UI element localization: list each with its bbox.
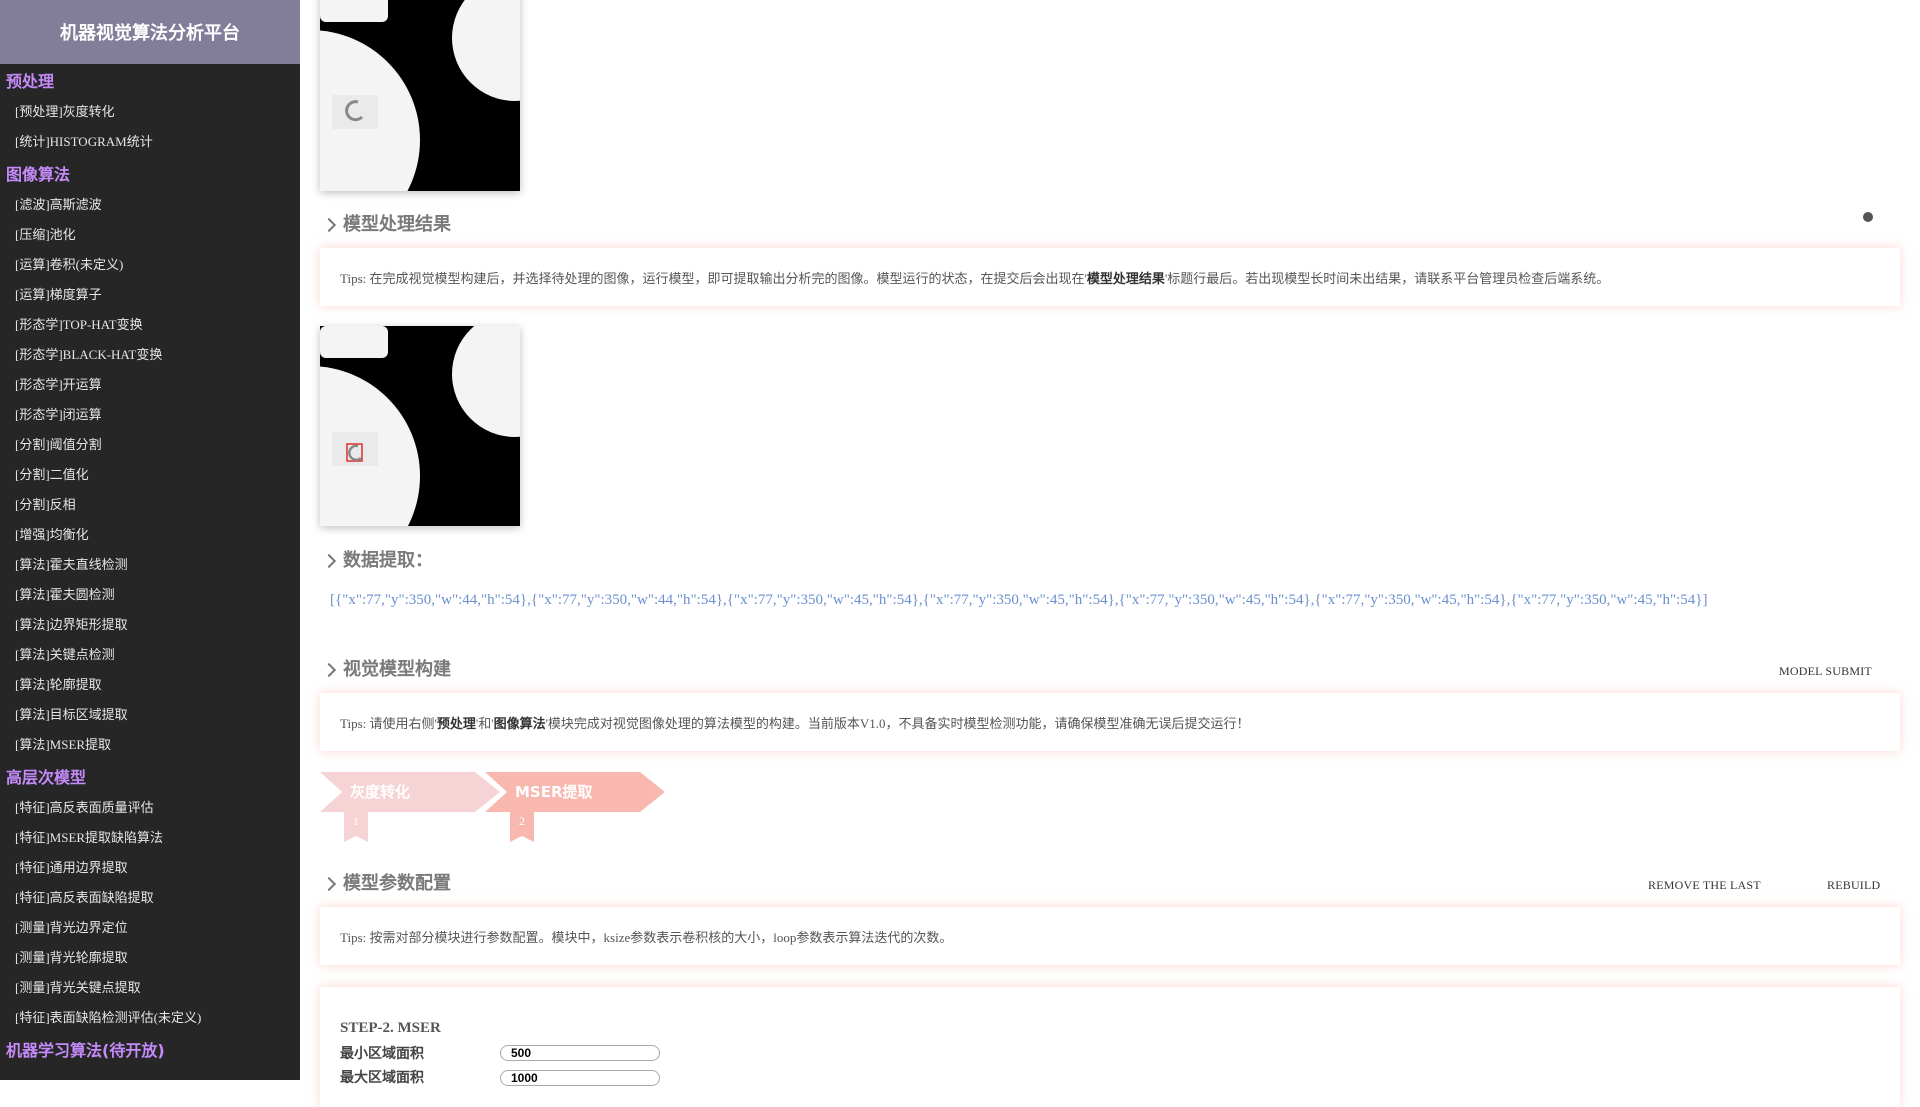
sidebar-menu-item[interactable]: [算法]目标区域提取 [0, 700, 300, 730]
pipeline-step-2-number: 2 [519, 814, 525, 828]
app-title: 机器视觉算法分析平台 [0, 0, 300, 64]
sidebar-group-title: 机器学习算法(待开放) [6, 1041, 165, 1060]
sidebar-menu-item[interactable]: [特征]表面缺陷检测评估(未定义) [0, 1003, 300, 1033]
pipeline-step-2[interactable]: MSER提取 [485, 772, 665, 812]
result-tips-text: Tips: 在完成视觉模型构建后，并选择待处理的图像，运行模型，即可提取输出分析… [340, 268, 1609, 287]
build-section-title-text: 视觉模型构建 [343, 659, 451, 680]
sidebar-menu-item[interactable]: [特征]高反表面缺陷提取 [0, 883, 300, 913]
build-section-title: 视觉模型构建 [321, 658, 451, 682]
pipeline-step-1[interactable]: 灰度转化 [320, 772, 500, 812]
build-tips-box: Tips: 请使用右侧'预处理'和'图像算法'模块完成对视觉图像处理的算法模型的… [320, 693, 1900, 751]
build-tips-bold-algorithm: 图像算法 [493, 715, 546, 731]
config-section-title-text: 模型参数配置 [343, 873, 451, 894]
sidebar-menu-item[interactable]: [特征]通用边界提取 [0, 853, 300, 883]
sidebar-menu-item[interactable]: [分割]二值化 [0, 460, 300, 490]
result-tips-bold: 模型处理结果 [1086, 270, 1165, 286]
sidebar-menu-item[interactable]: [形态学]闭运算 [0, 400, 300, 430]
sidebar-menu-item[interactable]: [分割]反相 [0, 490, 300, 520]
config-tips-box: Tips: 按需对部分模块进行参数配置。模块中，ksize参数表示卷积核的大小，… [320, 907, 1900, 965]
chevron-right-icon [321, 876, 337, 892]
sidebar-menu-item[interactable]: [分割]阈值分割 [0, 430, 300, 460]
result-tips-box: Tips: 在完成视觉模型构建后，并选择待处理的图像，运行模型，即可提取输出分析… [320, 248, 1900, 306]
source-image-graphic [320, 0, 520, 191]
sidebar-menu-item[interactable]: [算法]MSER提取 [0, 730, 300, 760]
sidebar-menu-item[interactable]: [预处理]灰度转化 [0, 97, 300, 127]
sidebar-menu-item[interactable]: [算法]轮廓提取 [0, 670, 300, 700]
model-submit-button[interactable]: MODEL SUBMIT [1779, 664, 1872, 679]
params-panel: STEP-2. MSER 最小区域面积 最大区域面积 [320, 987, 1900, 1107]
result-section-title: 模型处理结果 [321, 213, 451, 237]
params-step-heading: STEP-2. MSER [340, 1020, 441, 1036]
sidebar-menu-item[interactable]: [形态学]BLACK-HAT变换 [0, 340, 300, 370]
sidebar-menu-item[interactable]: [测量]背光关键点提取 [0, 973, 300, 1003]
param-min-area-label: 最小区域面积 [340, 1046, 424, 1062]
pipeline-step-1-number: 1 [353, 814, 359, 828]
result-image-graphic [320, 326, 520, 526]
param-max-area-label: 最大区域面积 [340, 1070, 424, 1086]
pipeline-step-1-flag: 1 [344, 812, 368, 842]
data-section-title-text: 数据提取： [343, 550, 433, 571]
pipeline-step-2-label: MSER提取 [515, 783, 593, 801]
pipeline-step-1-label: 灰度转化 [350, 783, 411, 801]
chevron-right-icon [321, 662, 337, 678]
sidebar-group-title: 高层次模型 [6, 768, 87, 787]
sidebar-menu-item[interactable]: [形态学]TOP-HAT变换 [0, 310, 300, 340]
sidebar-menu-item[interactable]: [滤波]高斯滤波 [0, 190, 300, 220]
sidebar-menu-item[interactable]: [测量]背光轮廓提取 [0, 943, 300, 973]
rebuild-button[interactable]: REBUILD [1827, 878, 1880, 893]
sidebar: 机器视觉算法分析平台 预处理 [预处理]灰度转化 [统计]HISTOGRAM统计图像… [0, 0, 300, 1080]
chevron-right-icon [321, 553, 337, 569]
sidebar-group-title: 预处理 [6, 72, 55, 91]
sidebar-menu-item[interactable]: [特征]MSER提取缺陷算法 [0, 823, 300, 853]
sidebar-menu-item[interactable]: [测量]背光边界定位 [0, 913, 300, 943]
sidebar-menu-item[interactable]: [运算]卷积(未定义) [0, 250, 300, 280]
sidebar-group-title: 图像算法 [6, 165, 71, 184]
data-section-title: 数据提取： [321, 549, 433, 573]
sidebar-menu-item[interactable]: [形态学]开运算 [0, 370, 300, 400]
result-section-title-text: 模型处理结果 [343, 214, 451, 235]
sidebar-menu-item[interactable]: [运算]梯度算子 [0, 280, 300, 310]
sidebar-menu-item[interactable]: [增强]均衡化 [0, 520, 300, 550]
main-content: 模型处理结果 Tips: 在完成视觉模型构建后，并选择待处理的图像，运行模型，即… [320, 0, 1900, 1107]
source-image [320, 0, 520, 191]
sidebar-menu-item[interactable]: [统计]HISTOGRAM统计 [0, 127, 300, 157]
param-min-area-input[interactable] [500, 1045, 660, 1061]
extracted-data-output: [{"x":77,"y":350,"w":44,"h":54},{"x":77,… [330, 592, 1708, 608]
build-tips-suffix: '模块完成对视觉图像处理的算法模型的构建。当前版本V1.0，不具备实时模型检测功… [545, 715, 1250, 731]
sidebar-menu-item[interactable]: [算法]霍夫圆检测 [0, 580, 300, 610]
result-image [320, 326, 520, 526]
config-tips-text: Tips: 按需对部分模块进行参数配置。模块中，ksize参数表示卷积核的大小，… [340, 929, 953, 945]
build-tips-text: Tips: 请使用右侧'预处理'和'图像算法'模块完成对视觉图像处理的算法模型的… [340, 713, 1250, 732]
status-indicator-dot [1863, 212, 1873, 222]
build-tips-bold-preprocess: 预处理 [436, 715, 476, 731]
sidebar-menu-item[interactable]: [算法]关键点检测 [0, 640, 300, 670]
result-tips-suffix: '标题行最后。若出现模型长时间未出结果，请联系平台管理员检查后端系统。 [1164, 270, 1610, 286]
config-section-title: 模型参数配置 [321, 872, 451, 896]
chevron-right-icon [321, 217, 337, 233]
sidebar-menu-item[interactable]: [算法]霍夫直线检测 [0, 550, 300, 580]
sidebar-menu-item[interactable]: [压缩]池化 [0, 220, 300, 250]
remove-last-button[interactable]: REMOVE THE LAST [1648, 878, 1761, 893]
sidebar-menu: 预处理 [预处理]灰度转化 [统计]HISTOGRAM统计 图像算法 [滤波]高斯滤波[… [0, 67, 300, 1066]
build-tips-prefix: Tips: 请使用右侧' [340, 715, 437, 731]
build-tips-mid: '和' [475, 715, 494, 731]
sidebar-menu-item[interactable]: [特征]高反表面质量评估 [0, 793, 300, 823]
pipeline-step-2-flag: 2 [510, 812, 534, 842]
param-max-area-input[interactable] [500, 1070, 660, 1086]
result-tips-prefix: Tips: 在完成视觉模型构建后，并选择待处理的图像，运行模型，即可提取输出分析… [340, 270, 1087, 286]
sidebar-menu-item[interactable]: [算法]边界矩形提取 [0, 610, 300, 640]
